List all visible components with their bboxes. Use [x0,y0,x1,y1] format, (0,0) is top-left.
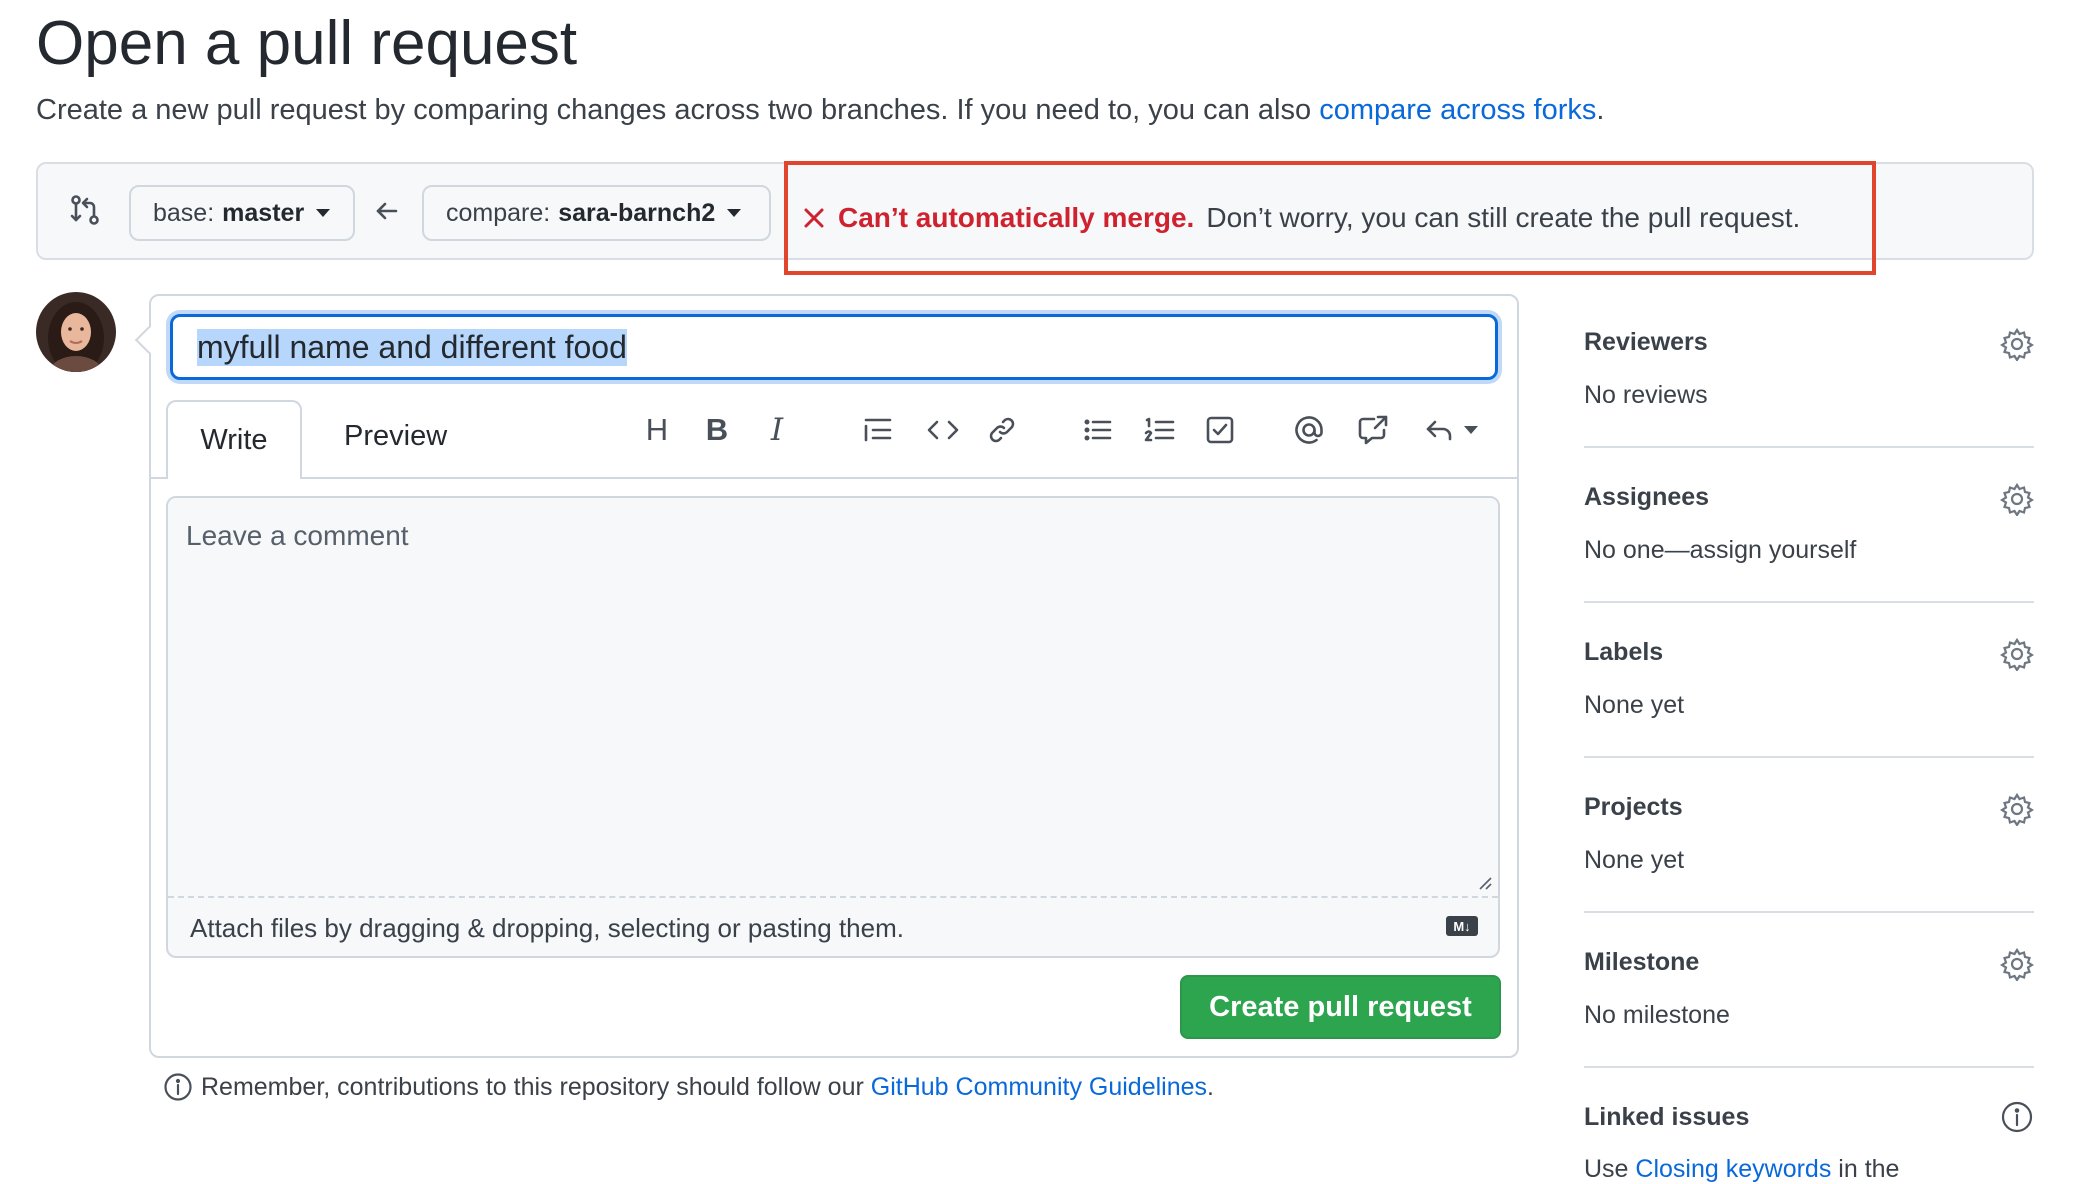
numbered-list-button[interactable] [1137,410,1183,450]
assignees-heading[interactable]: Assignees [1584,483,1709,512]
reviewers-heading[interactable]: Reviewers [1584,328,1708,357]
projects-gear-icon[interactable] [1999,792,2035,828]
reviewers-value: No reviews [1584,381,1708,409]
title-input-value: myfull name and different food [197,328,627,366]
page-subtitle: Create a new pull request by comparing c… [36,94,1604,127]
tab-preview[interactable]: Preview [344,420,447,453]
labels-gear-icon[interactable] [1999,637,2035,673]
base-label: base: [153,198,215,227]
quote-icon [862,414,894,446]
italic-icon: I [770,412,784,448]
cross-reference-icon [1356,413,1390,447]
compare-value: sara-barnch2 [558,198,716,227]
quote-button[interactable] [855,410,901,450]
assignees-gear-icon[interactable] [1999,482,2035,518]
sidebar-divider [1584,601,2034,603]
reply-button[interactable] [1418,410,1484,450]
link-button[interactable] [979,410,1025,450]
code-icon [926,414,960,446]
guidelines-note: Remember, contributions to this reposito… [163,1072,1214,1102]
title-input[interactable]: myfull name and different food [170,314,1498,380]
chevron-down-icon [316,209,331,217]
sidebar-divider [1584,756,2034,758]
labels-value: None yet [1584,691,1685,719]
avatar[interactable] [36,292,116,372]
mention-icon [1292,413,1326,447]
milestone-gear-icon[interactable] [1999,947,2035,983]
bold-icon: B [705,412,729,447]
cross-reference-button[interactable] [1350,410,1396,450]
subtitle-period: . [1596,94,1605,126]
italic-button[interactable]: I [754,410,800,450]
heading-button[interactable]: H [634,410,680,450]
info-icon [163,1072,193,1102]
milestone-heading[interactable]: Milestone [1584,948,1699,977]
milestone-value: No milestone [1584,1001,1730,1029]
compare-branch-select[interactable]: compare: sara-barnch2 [422,185,771,241]
reply-icon [1424,414,1458,446]
base-value: master [222,198,305,227]
sidebar-divider [1584,911,2034,913]
create-pull-request-button[interactable]: Create pull request [1180,975,1501,1039]
tab-write[interactable]: Write [166,400,302,479]
tabs-divider [151,477,1517,479]
compare-label: compare: [446,198,551,227]
comment-textarea[interactable]: Leave a comment [168,498,1498,896]
mention-button[interactable] [1286,410,1332,450]
chevron-down-icon [727,209,742,217]
linked-issues-info-icon[interactable] [2000,1100,2034,1134]
community-guidelines-link[interactable]: GitHub Community Guidelines [871,1073,1207,1102]
linked-issues-prefix: Use [1584,1155,1629,1183]
attach-files-text: Attach files by dragging & dropping, sel… [190,912,904,943]
merge-status-text: Don’t worry, you can still create the pu… [1206,202,1801,233]
chevron-down-icon [1464,426,1478,434]
merge-status: Can’t automatically merge. Don’t worry, … [784,161,1876,275]
guidelines-text: Remember, contributions to this reposito… [201,1072,864,1101]
resize-handle-icon[interactable] [1478,876,1492,890]
markdown-icon[interactable]: M↓ [1446,916,1478,936]
link-icon [986,414,1018,446]
linked-issues-heading: Linked issues [1584,1103,1750,1131]
closing-keywords-link[interactable]: Closing keywords [1635,1155,1831,1183]
reviewers-gear-icon[interactable] [1999,327,2035,363]
bulleted-list-button[interactable] [1075,410,1121,450]
attach-files-bar[interactable]: Attach files by dragging & dropping, sel… [168,896,1498,956]
compare-forks-link[interactable]: compare across forks [1319,94,1596,126]
comment-box: Leave a comment Attach files by dragging… [166,496,1500,958]
code-button[interactable] [920,410,966,450]
page-title: Open a pull request [36,9,578,78]
merge-status-strong: Can’t automatically merge. [838,202,1195,233]
arrow-left-icon [372,196,402,226]
projects-heading[interactable]: Projects [1584,793,1683,822]
assignees-value[interactable]: No one—assign yourself [1584,536,1856,565]
task-list-button[interactable] [1197,410,1243,450]
subtitle-text: Create a new pull request by comparing c… [36,94,1312,126]
sidebar-divider [1584,446,2034,448]
bold-button[interactable]: B [694,410,740,450]
heading-icon: H [645,412,669,447]
guidelines-period: . [1207,1072,1214,1101]
base-branch-select[interactable]: base: master [129,185,355,241]
task-list-icon [1204,414,1236,446]
git-compare-icon [68,193,102,227]
numbered-list-icon [1143,414,1177,446]
projects-value: None yet [1584,846,1685,874]
labels-heading[interactable]: Labels [1584,638,1663,667]
linked-issues-suffix: in the [1838,1155,1900,1183]
sidebar-divider [1584,1066,2034,1068]
bulleted-list-icon [1082,414,1114,446]
x-icon [802,206,826,230]
comment-placeholder: Leave a comment [186,520,409,551]
